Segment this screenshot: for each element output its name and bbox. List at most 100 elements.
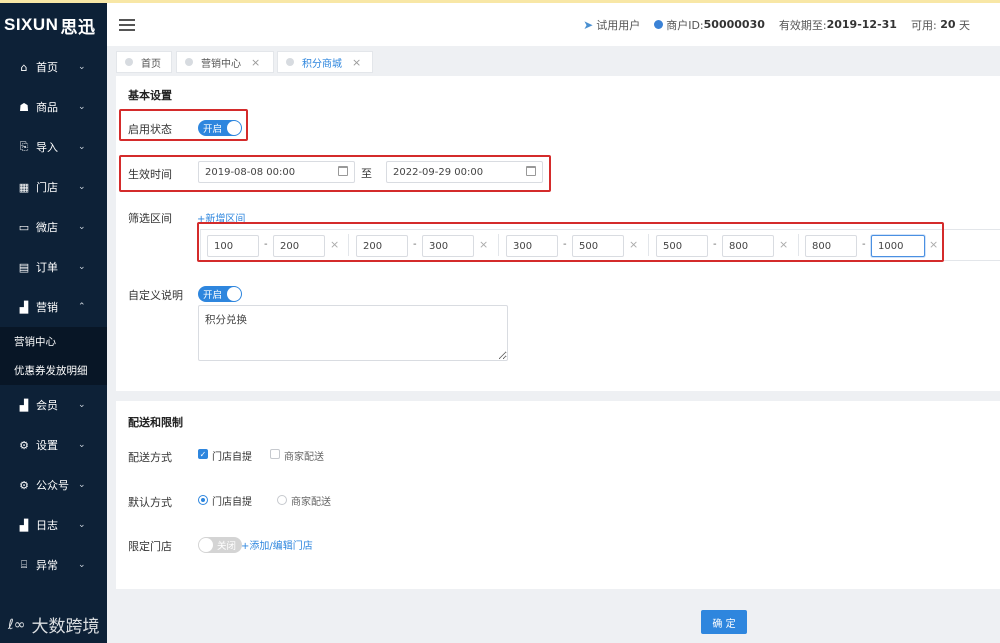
add-store-link[interactable]: +添加/编辑门店 (241, 537, 313, 552)
custom-desc-label: 自定义说明 (128, 289, 183, 302)
delivery-settings-panel: 配送和限制 配送方式 ✓ 门店自提 商家配送 默认方式 门店自提 商家配送 限定… (116, 401, 1000, 589)
sidebar-item[interactable]: ▭ 微店 ⌄ (0, 207, 107, 247)
sidebar-item[interactable]: ⌸ 异常 ⌄ (0, 545, 107, 585)
chevron-icon: ⌄ (78, 102, 86, 112)
sidebar-item[interactable]: ⌂ 首页 ⌄ (0, 47, 107, 87)
microstore-icon: ▭ (18, 220, 30, 234)
log-icon: ▟ (19, 518, 29, 532)
sidebar-item[interactable]: ⚙ 设置 ⌄ (0, 425, 107, 465)
sidebar-item-label: 设置 (36, 439, 58, 452)
logo-latin: SIXUN (4, 15, 59, 34)
sidebar-item[interactable]: ▤ 订单 ⌄ (0, 247, 107, 287)
merchant-id: 商户ID: 50000030 (654, 17, 765, 33)
chevron-icon: ⌄ (78, 520, 86, 530)
sidebar-item-label: 异常 (36, 559, 58, 572)
sidebar-item-label: 订单 (36, 261, 58, 274)
sidebar-item-label: 首页 (36, 61, 58, 74)
sidebar: SIXUN 思迅 ⌂ 首页 ⌄ ☗ 商品 ⌄ ⎘ 导入 ⌄ ▦ 门店 ⌄ ▭ 微店 ⌄ ▤ 订单 ⌄ ▟ 营销 ⌃ 营销中… (0, 3, 107, 643)
trial-user[interactable]: ➤ 试用用户 (583, 17, 640, 33)
goods-icon: ☗ (19, 100, 29, 114)
sidebar-item-label: 门店 (36, 181, 58, 194)
close-icon[interactable]: × (352, 56, 361, 69)
range-label: 筛选区间 (128, 212, 172, 225)
sidebar-subitem[interactable]: 营销中心 (0, 327, 107, 356)
custom-desc-textarea[interactable]: 积分兑换 (198, 305, 508, 361)
sidebar-item[interactable]: ▟ 会员 ⌄ (0, 385, 107, 425)
chevron-icon: ⌄ (78, 142, 86, 152)
custom-desc-toggle[interactable]: 开启 (198, 286, 242, 302)
tab-points-mall[interactable]: 积分商城 × (277, 51, 373, 73)
merchant-delivery-option-label: 商家配送 (284, 452, 324, 463)
merchant-id-value: 50000030 (703, 18, 765, 31)
end-time-value: 2022-09-29 00:00 (393, 166, 484, 178)
watermark: ℓ∞ 大数跨境 (8, 612, 99, 638)
merchant-icon (654, 20, 664, 29)
limit-store-label: 限定门店 (128, 540, 172, 553)
close-icon[interactable]: × (251, 56, 260, 69)
start-time-input[interactable]: 2019-08-08 00:00 (198, 161, 355, 183)
logo-cn: 思迅 (60, 17, 96, 37)
toggle-text: 关闭 (217, 541, 237, 552)
valid-until-label: 有效期至: (778, 18, 827, 32)
tab-dot-icon (185, 58, 193, 66)
valid-until-value: 2019-12-31 (826, 18, 897, 31)
calendar-icon (526, 166, 536, 176)
sidebar-item-label: 商品 (36, 101, 58, 114)
home-icon: ⌂ (20, 60, 28, 74)
merchant-delivery-checkbox[interactable] (270, 449, 280, 459)
merchant-id-label: 商户ID: (666, 18, 704, 32)
account-info: ➤ 试用用户 商户ID: 50000030 有效期至: 2019-12-31 可用:… (569, 3, 970, 46)
sidebar-item[interactable]: ▟ 日志 ⌄ (0, 505, 107, 545)
tab-label: 营销中心 (201, 58, 241, 70)
tab-label: 积分商城 (302, 58, 342, 70)
effective-label: 生效时间 (128, 168, 172, 181)
gear-icon: ⚙ (19, 438, 29, 452)
confirm-button[interactable]: 确 定 (701, 610, 747, 634)
enable-toggle[interactable]: 开启 (198, 120, 242, 136)
sidebar-item-label: 会员 (36, 399, 58, 412)
chevron-icon: ⌄ (78, 560, 86, 570)
chevron-icon: ⌄ (78, 480, 86, 490)
sidebar-item-label: 日志 (36, 519, 58, 532)
tab-marketing-center[interactable]: 营销中心 × (176, 51, 274, 73)
default-pickup-label: 门店自提 (212, 497, 252, 508)
section-title: 基本设置 (128, 89, 172, 102)
sidebar-item[interactable]: ▦ 门店 ⌄ (0, 167, 107, 207)
sidebar-item-label: 营销 (36, 301, 58, 314)
menu-toggle-icon[interactable] (119, 18, 135, 31)
end-time-input[interactable]: 2022-09-29 00:00 (386, 161, 543, 183)
sidebar-item[interactable]: ▟ 营销 ⌃ (0, 287, 107, 327)
chevron-icon: ⌄ (78, 62, 86, 72)
chevron-icon: ⌄ (78, 440, 86, 450)
sidebar-item[interactable]: ☗ 商品 ⌄ (0, 87, 107, 127)
top-header: ➤ 试用用户 商户ID: 50000030 有效期至: 2019-12-31 可用:… (107, 3, 1000, 46)
member-icon: ▟ (19, 398, 29, 412)
tab-label: 首页 (141, 58, 161, 70)
tab-dot-icon (286, 58, 294, 66)
toggle-text: 开启 (203, 124, 223, 135)
chevron-icon: ⌄ (78, 182, 86, 192)
sidebar-item-label: 微店 (36, 221, 58, 234)
sidebar-item-label: 导入 (36, 141, 58, 154)
pickup-checkbox[interactable]: ✓ (198, 449, 208, 459)
sidebar-item[interactable]: ⎘ 导入 ⌄ (0, 127, 107, 167)
available-days-value: 20 (940, 18, 956, 31)
page-tabs: 首页 营销中心 × 积分商城 × (107, 46, 1000, 76)
chevron-icon: ⌄ (78, 400, 86, 410)
available-label: 可用: (910, 18, 937, 32)
public-account-icon: ⚙ (19, 478, 29, 492)
default-method-label: 默认方式 (128, 496, 172, 509)
valid-until: 有效期至: 2019-12-31 (779, 17, 897, 33)
tab-home[interactable]: 首页 (116, 51, 172, 73)
import-icon: ⎘ (19, 140, 29, 153)
days-unit: 天 (959, 18, 970, 32)
order-icon: ▤ (18, 260, 30, 274)
default-merchant-radio[interactable] (277, 495, 287, 505)
sidebar-subitem[interactable]: 优惠券发放明细 (0, 356, 107, 385)
sidebar-item[interactable]: ⚙ 公众号 ⌄ (0, 465, 107, 505)
delivery-method-label: 配送方式 (128, 451, 172, 464)
default-pickup-radio[interactable] (198, 495, 208, 505)
chevron-icon: ⌄ (78, 262, 86, 272)
toggle-knob (199, 538, 213, 552)
limit-store-toggle[interactable]: 关闭 (198, 537, 242, 553)
